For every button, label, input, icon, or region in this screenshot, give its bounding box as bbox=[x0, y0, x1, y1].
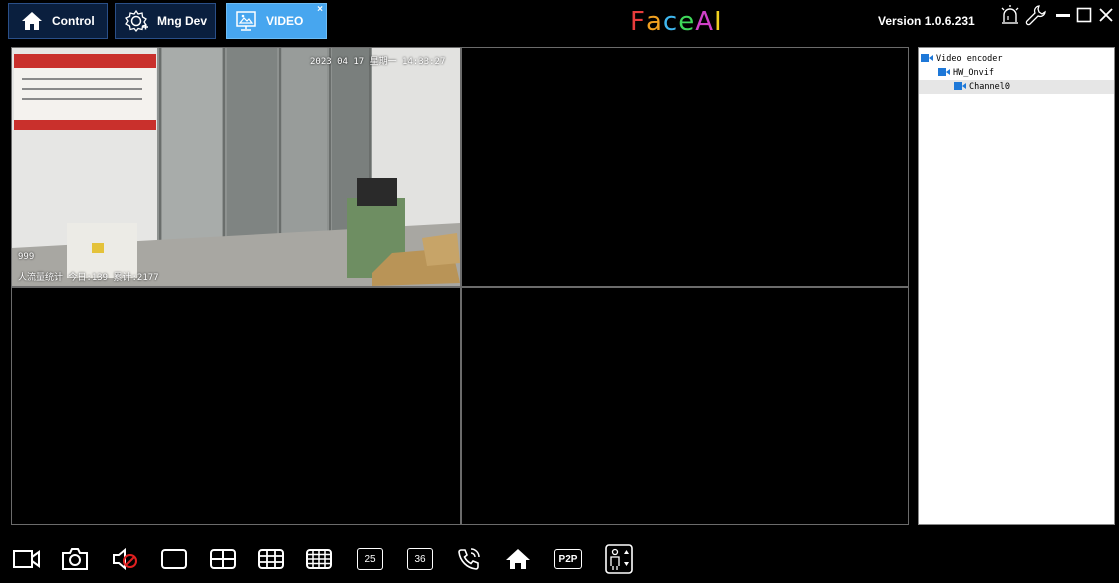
tab-label: Control bbox=[52, 14, 95, 28]
people-counter-icon bbox=[605, 544, 633, 574]
tab-control[interactable]: Control bbox=[8, 3, 108, 39]
version-label: Version 1.0.6.231 bbox=[878, 14, 975, 28]
close-tab-icon[interactable]: × bbox=[317, 5, 323, 15]
gear-add-icon bbox=[124, 8, 150, 34]
layout-16-button[interactable] bbox=[302, 542, 336, 576]
p2p-label: P2P bbox=[554, 549, 582, 569]
video-cell-4[interactable] bbox=[462, 288, 908, 524]
tab-mng-dev[interactable]: Mng Dev bbox=[115, 3, 216, 39]
layout-25-button[interactable]: 25 bbox=[355, 542, 385, 576]
minimize-icon[interactable] bbox=[1052, 4, 1074, 26]
record-button[interactable] bbox=[10, 542, 44, 576]
maximize-icon[interactable] bbox=[1073, 4, 1095, 26]
wrench-icon[interactable] bbox=[1025, 4, 1047, 26]
video-grid: 2023 04 17 星期一 14:33:27 999 人流量统计 今日:139… bbox=[11, 47, 909, 525]
home-button[interactable] bbox=[503, 542, 533, 576]
device-tree: Video encoder HW_Onvif Channel0 bbox=[918, 47, 1115, 525]
tab-label: VIDEO bbox=[266, 14, 304, 28]
layout-9-icon bbox=[258, 549, 284, 569]
camera-feed-image bbox=[12, 48, 460, 286]
logo-letter: c bbox=[662, 7, 679, 37]
mute-icon bbox=[113, 547, 137, 571]
p2p-button[interactable]: P2P bbox=[553, 542, 583, 576]
alarm-icon[interactable] bbox=[999, 4, 1021, 26]
video-cell-1[interactable]: 2023 04 17 星期一 14:33:27 999 人流量统计 今日:139… bbox=[12, 48, 460, 286]
video-osd-counter: 999 bbox=[18, 252, 35, 262]
video-cell-3[interactable] bbox=[12, 288, 460, 524]
layout-25-label: 25 bbox=[357, 548, 383, 570]
video-osd-caption: 人流量统计 今日:139 累计:2177 bbox=[18, 273, 159, 283]
layout-36-label: 36 bbox=[407, 548, 433, 570]
layout-9-button[interactable] bbox=[254, 542, 288, 576]
video-cell-2[interactable] bbox=[462, 48, 908, 286]
people-counter-button[interactable] bbox=[603, 542, 635, 576]
logo-letter: I bbox=[714, 7, 723, 37]
video-monitor-icon bbox=[233, 8, 259, 34]
home-icon bbox=[19, 8, 45, 34]
camera-icon bbox=[921, 53, 933, 65]
logo-letter: F bbox=[630, 7, 646, 37]
layout-1-button[interactable] bbox=[157, 542, 191, 576]
tab-video[interactable]: VIDEO × bbox=[226, 3, 327, 39]
top-bar: Control Mng Dev VIDEO × FaceAI Version 1… bbox=[0, 0, 1119, 44]
close-icon[interactable] bbox=[1095, 4, 1117, 26]
tree-item-hw-onvif[interactable]: HW_Onvif bbox=[938, 66, 994, 80]
snapshot-button[interactable] bbox=[58, 542, 92, 576]
layout-16-icon bbox=[306, 549, 332, 569]
snapshot-icon bbox=[62, 548, 88, 570]
record-icon bbox=[13, 550, 40, 568]
tree-item-video-encoder[interactable]: Video encoder bbox=[921, 52, 1003, 66]
layout-4-icon bbox=[210, 549, 236, 569]
tree-item-channel0[interactable]: Channel0 bbox=[919, 80, 1114, 94]
camera-icon bbox=[938, 67, 950, 79]
logo-letter: A bbox=[695, 7, 714, 37]
tree-label: Video encoder bbox=[936, 54, 1003, 64]
layout-1-icon bbox=[161, 549, 187, 569]
tree-label: Channel0 bbox=[969, 82, 1010, 92]
mute-button[interactable] bbox=[108, 542, 142, 576]
tab-label: Mng Dev bbox=[157, 14, 208, 28]
home-icon bbox=[506, 549, 530, 569]
app-logo: FaceAI bbox=[630, 7, 723, 37]
video-timestamp: 2023 04 17 星期一 14:33:27 bbox=[310, 57, 446, 67]
camera-icon bbox=[954, 81, 966, 93]
tree-label: HW_Onvif bbox=[953, 68, 994, 78]
layout-36-button[interactable]: 36 bbox=[405, 542, 435, 576]
intercom-button[interactable] bbox=[454, 542, 484, 576]
logo-letter: a bbox=[645, 7, 663, 37]
logo-letter: e bbox=[678, 7, 696, 37]
intercom-icon bbox=[458, 548, 480, 570]
layout-4-button[interactable] bbox=[206, 542, 240, 576]
